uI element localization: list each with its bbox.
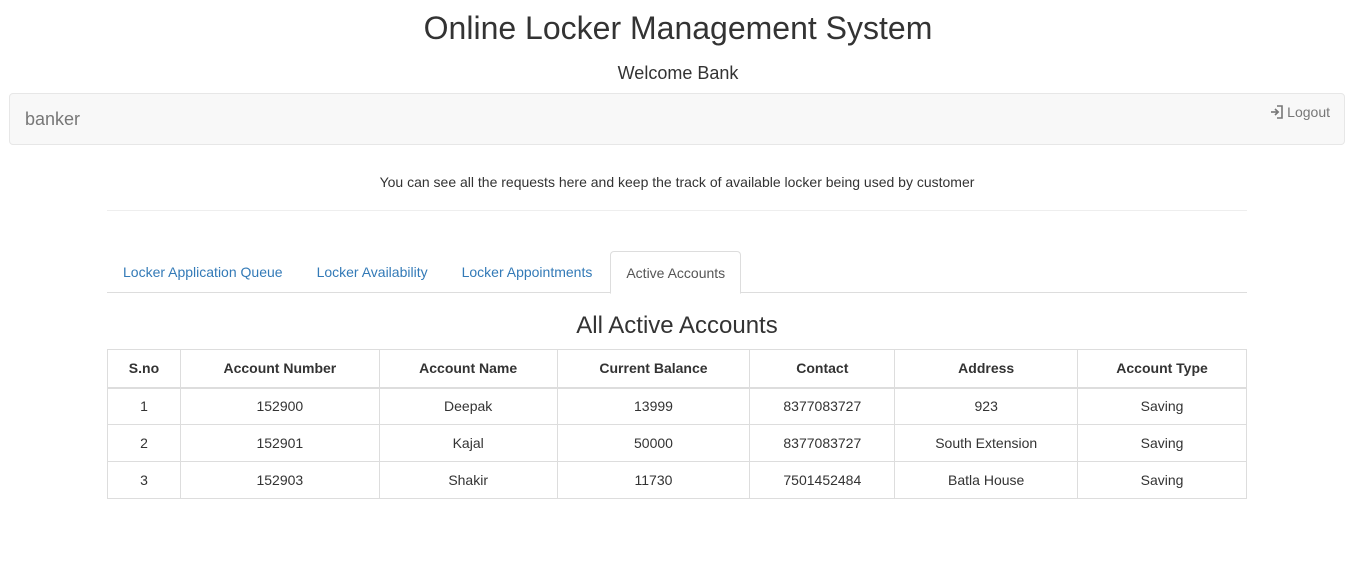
tab-locker-appointments[interactable]: Locker Appointments bbox=[446, 251, 609, 293]
table-title: All Active Accounts bbox=[576, 312, 778, 339]
tab-locker-availability[interactable]: Locker Availability bbox=[301, 251, 444, 293]
table-cell: 13999 bbox=[556, 387, 751, 425]
column-header: Account Number bbox=[179, 349, 380, 389]
table-cell: Saving bbox=[1077, 461, 1247, 499]
table-cell: Shakir bbox=[378, 461, 558, 499]
table-cell: Deepak bbox=[378, 387, 558, 425]
welcome-text: Welcome Bank bbox=[617, 63, 739, 83]
table-cell: 2 bbox=[107, 424, 181, 462]
table-row: 1 152900 Deepak 13999 8377083727 923 Sav… bbox=[107, 387, 1247, 425]
table-cell: 152900 bbox=[179, 387, 380, 425]
column-header: Contact bbox=[749, 349, 896, 389]
table-cell: South Extension bbox=[894, 424, 1079, 462]
table-cell: 7501452484 bbox=[749, 461, 896, 499]
column-header: Current Balance bbox=[556, 349, 751, 389]
tab-bar: Locker Application Queue Locker Availabi… bbox=[107, 251, 1247, 294]
table-cell: Saving bbox=[1077, 424, 1247, 462]
table-cell: Batla House bbox=[894, 461, 1079, 499]
table-cell: 923 bbox=[894, 387, 1079, 425]
intro-text: You can see all the requests here and ke… bbox=[379, 174, 975, 190]
column-header: Account Type bbox=[1077, 349, 1247, 389]
column-header: Account Name bbox=[378, 349, 558, 389]
tab-locker-application-queue[interactable]: Locker Application Queue bbox=[107, 251, 299, 293]
table-header-row: S.no Account Number Account Name Current… bbox=[107, 349, 1247, 389]
table-cell: Saving bbox=[1077, 387, 1247, 425]
table-cell: 50000 bbox=[556, 424, 751, 462]
table-cell: 11730 bbox=[556, 461, 751, 499]
navbar-brand[interactable]: banker bbox=[25, 108, 80, 130]
table-cell: 8377083727 bbox=[749, 424, 896, 462]
table-cell: Kajal bbox=[378, 424, 558, 462]
logout-label: Logout bbox=[1287, 104, 1330, 120]
table-row: 2 152901 Kajal 50000 8377083727 South Ex… bbox=[107, 424, 1247, 462]
page-title: Online Locker Management System bbox=[423, 10, 933, 46]
tab-active-accounts[interactable]: Active Accounts bbox=[610, 251, 742, 294]
table-cell: 1 bbox=[107, 387, 181, 425]
accounts-table: S.no Account Number Account Name Current… bbox=[107, 349, 1247, 499]
navbar: banker Logout bbox=[9, 93, 1345, 145]
column-header: S.no bbox=[107, 349, 181, 389]
divider bbox=[107, 210, 1247, 211]
log-in-icon bbox=[1270, 105, 1284, 119]
logout-link[interactable]: Logout bbox=[1270, 103, 1330, 121]
table-cell: 8377083727 bbox=[749, 387, 896, 425]
column-header: Address bbox=[894, 349, 1079, 389]
table-cell: 152901 bbox=[179, 424, 380, 462]
table-row: 3 152903 Shakir 11730 7501452484 Batla H… bbox=[107, 461, 1247, 499]
table-cell: 3 bbox=[107, 461, 181, 499]
table-cell: 152903 bbox=[179, 461, 380, 499]
